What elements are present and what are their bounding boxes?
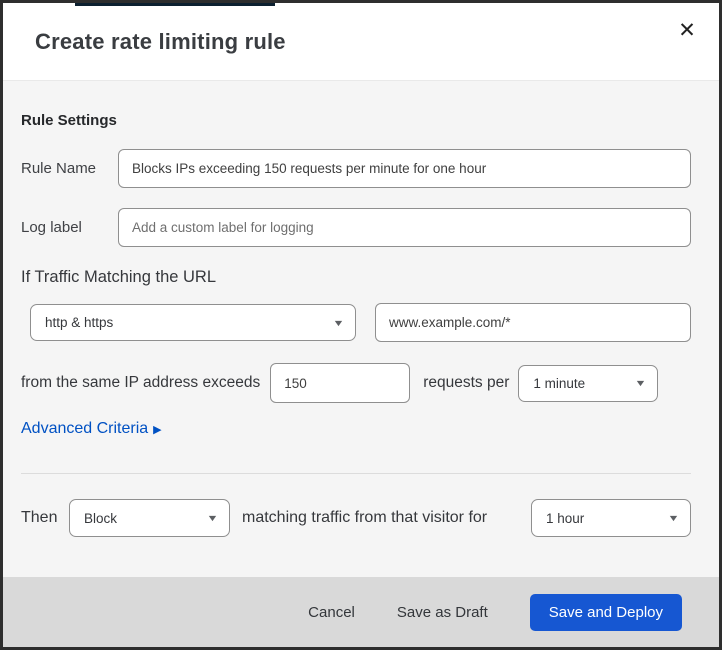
period-select-value: 1 minute — [533, 375, 586, 391]
chevron-down-icon: ▼ — [332, 317, 345, 328]
duration-select[interactable]: 1 hour ▼ — [531, 499, 691, 537]
advanced-criteria-link[interactable]: Advanced Criteria ▶ — [21, 420, 162, 438]
rule-name-input[interactable] — [118, 149, 691, 188]
request-threshold-input[interactable] — [270, 363, 411, 403]
period-select[interactable]: 1 minute ▼ — [518, 364, 659, 402]
action-middle-text: matching traffic from that visitor for — [242, 509, 488, 526]
rule-name-label: Rule Name — [21, 160, 97, 177]
action-select-value: Block — [84, 510, 118, 526]
log-label-label: Log label — [21, 219, 82, 236]
dialog-header: Create rate limiting rule ✕ — [3, 3, 719, 81]
obscured-background-element — [75, 3, 275, 6]
chevron-down-icon: ▼ — [667, 513, 680, 523]
dialog-body: Rule Settings Rule Name Log label If Tra… — [3, 81, 719, 577]
caret-right-icon: ▶ — [153, 424, 162, 436]
dialog-title: Create rate limiting rule — [35, 28, 286, 54]
duration-select-value: 1 hour — [546, 510, 585, 526]
save-as-draft-button[interactable]: Save as Draft — [397, 604, 488, 621]
action-select[interactable]: Block ▼ — [69, 499, 230, 537]
threshold-row: from the same IP address exceeds request… — [21, 363, 691, 403]
save-and-deploy-button[interactable]: Save and Deploy — [529, 593, 682, 631]
url-pattern-input[interactable] — [375, 303, 691, 342]
scheme-select-value: http & https — [45, 315, 114, 330]
action-row: Then Block ▼ matching traffic from that … — [21, 499, 691, 537]
chevron-down-icon: ▼ — [634, 378, 648, 388]
rule-settings-heading: Rule Settings — [21, 112, 117, 129]
rule-name-row: Rule Name — [21, 149, 691, 188]
chevron-down-icon: ▼ — [206, 513, 219, 523]
create-rate-limiting-rule-dialog: Create rate limiting rule ✕ Rule Setting… — [0, 0, 722, 650]
cancel-button[interactable]: Cancel — [308, 604, 355, 621]
section-divider — [21, 473, 691, 474]
dialog-footer: Cancel Save as Draft Save and Deploy — [3, 577, 719, 647]
then-label: Then — [21, 509, 58, 526]
log-label-row: Log label — [21, 208, 691, 247]
threshold-suffix-text: requests per — [423, 374, 510, 391]
log-label-input[interactable] — [118, 208, 691, 247]
threshold-prefix-text: from the same IP address exceeds — [21, 374, 261, 391]
scheme-select[interactable]: http & https ▼ — [30, 304, 356, 341]
close-icon[interactable]: ✕ — [671, 15, 703, 47]
traffic-match-intro: If Traffic Matching the URL — [21, 268, 217, 286]
url-match-row: http & https ▼ — [21, 303, 691, 342]
advanced-criteria-label: Advanced Criteria — [21, 420, 149, 437]
